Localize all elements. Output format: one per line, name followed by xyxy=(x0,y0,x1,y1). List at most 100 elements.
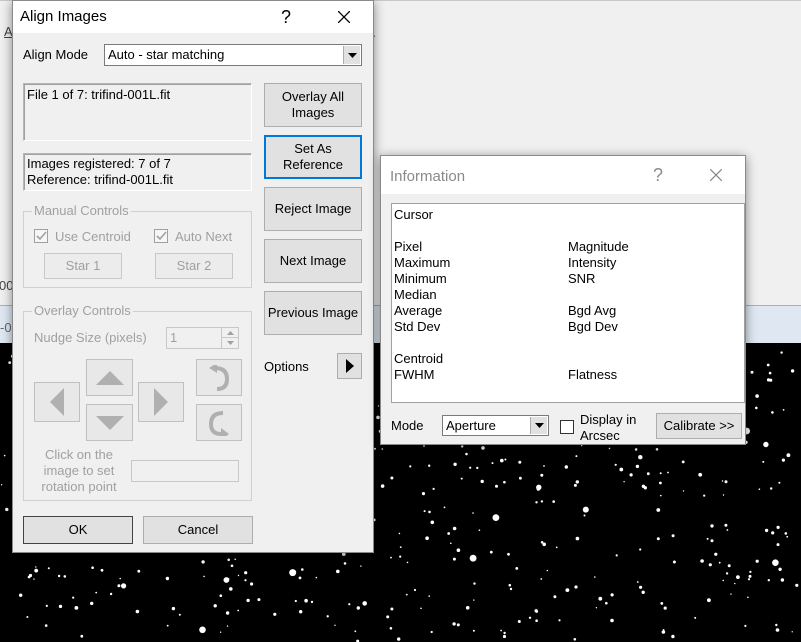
nudge-down-button[interactable] xyxy=(86,404,133,441)
star-dot xyxy=(423,510,426,513)
star-dot xyxy=(289,569,297,577)
median-label: Median xyxy=(394,287,437,302)
information-title: Information xyxy=(390,168,466,185)
rotation-point-field[interactable] xyxy=(131,460,239,482)
star-dot xyxy=(718,561,721,564)
average-label: Average xyxy=(394,303,443,318)
star-dot xyxy=(766,378,771,382)
star-dot xyxy=(595,607,598,609)
information-titlebar[interactable]: Information ? xyxy=(381,156,745,194)
star-dot xyxy=(671,634,675,639)
star-dot xyxy=(500,629,502,632)
triangle-right-icon xyxy=(345,359,354,373)
auto-next-checkbox[interactable] xyxy=(154,229,168,243)
ok-button[interactable]: OK xyxy=(23,516,133,544)
star-dot xyxy=(770,487,773,490)
star-dot xyxy=(764,528,769,533)
reject-image-button[interactable]: Reject Image xyxy=(264,187,362,231)
help-button[interactable]: ? xyxy=(263,3,309,31)
previous-image-button[interactable]: Previous Image xyxy=(264,291,362,335)
star-dot xyxy=(380,484,385,488)
star-dot xyxy=(500,458,504,463)
star-dot xyxy=(535,610,539,613)
star-dot xyxy=(736,575,740,579)
star-dot xyxy=(517,620,521,623)
star-dot xyxy=(473,582,476,585)
star-dot xyxy=(727,564,731,568)
align-mode-select[interactable]: Auto - star matching xyxy=(104,44,362,66)
mode-select[interactable]: Aperture xyxy=(442,415,549,436)
overlay-all-images-button[interactable]: Overlay All Images xyxy=(264,83,362,127)
rotate-counterclockwise-button[interactable] xyxy=(196,359,242,396)
star-dot xyxy=(707,598,711,603)
measurement-panel: Cursor Pixel Maximum Minimum Median Aver… xyxy=(391,203,745,403)
star-dot xyxy=(786,535,789,538)
rotate-clockwise-button[interactable] xyxy=(196,404,242,441)
star-dot xyxy=(508,583,512,587)
star-2-button[interactable]: Star 2 xyxy=(155,253,233,279)
star-dot xyxy=(659,472,662,475)
star-dot xyxy=(771,411,774,414)
chevron-down-icon[interactable] xyxy=(530,417,547,434)
star-dot xyxy=(356,606,360,610)
star-dot xyxy=(420,607,422,610)
calibrate-button[interactable]: Calibrate >> xyxy=(656,413,742,439)
mode-label: Mode xyxy=(391,418,424,433)
set-as-reference-button[interactable]: Set As Reference xyxy=(264,135,362,179)
star-dot xyxy=(724,523,728,527)
star-dot xyxy=(503,631,506,635)
options-expand-button[interactable] xyxy=(337,353,362,379)
use-centroid-checkbox[interactable] xyxy=(34,229,48,243)
star-dot xyxy=(502,634,507,639)
star-dot xyxy=(619,467,624,472)
cancel-button[interactable]: Cancel xyxy=(143,516,253,544)
star-dot xyxy=(507,552,510,556)
info-help-button[interactable]: ? xyxy=(635,161,681,189)
chevron-down-icon[interactable] xyxy=(343,46,360,64)
star-dot xyxy=(558,619,561,622)
star-dot xyxy=(646,472,650,476)
stepper-up-icon[interactable] xyxy=(221,328,238,338)
stepper-down-icon[interactable] xyxy=(221,338,238,348)
star-dot xyxy=(310,600,314,604)
star-dot xyxy=(503,480,506,484)
star-dot xyxy=(100,568,104,572)
information-dialog: Information ? Cursor Pixel Maximum Minim… xyxy=(380,155,746,445)
star-dot xyxy=(573,638,577,641)
nudge-up-button[interactable] xyxy=(86,359,133,396)
star-dot xyxy=(203,575,205,578)
star-dot xyxy=(57,574,61,578)
star-dot xyxy=(223,577,230,583)
star-dot xyxy=(614,463,617,466)
star-dot xyxy=(135,609,140,614)
nudge-size-stepper[interactable]: 1 xyxy=(166,327,239,349)
star-dot xyxy=(421,492,426,496)
star-dot xyxy=(74,606,79,610)
align-images-titlebar[interactable]: Align Images ? xyxy=(13,1,373,33)
star-dot xyxy=(390,607,394,611)
info-close-button[interactable] xyxy=(693,161,739,189)
star-dot xyxy=(778,567,782,571)
star-dot xyxy=(638,455,643,460)
star-dot xyxy=(536,484,542,490)
star-dot xyxy=(406,561,409,564)
star-dot xyxy=(755,559,759,563)
star-dot xyxy=(58,604,63,609)
nudge-left-button[interactable] xyxy=(34,382,80,422)
star-dot xyxy=(456,623,460,627)
star-dot xyxy=(452,557,456,561)
star-1-button[interactable]: Star 1 xyxy=(44,253,122,279)
star-dot xyxy=(730,593,732,595)
star-dot xyxy=(552,500,555,503)
star-dot xyxy=(540,541,544,544)
nudge-right-button[interactable] xyxy=(138,382,184,422)
next-image-button[interactable]: Next Image xyxy=(264,239,362,283)
close-button[interactable] xyxy=(321,3,367,31)
star-dot xyxy=(543,465,545,467)
star-dot xyxy=(641,590,645,594)
star-dot xyxy=(334,624,336,626)
star-dot xyxy=(714,552,718,556)
rotation-point-hint: Click on the image to set rotation point xyxy=(41,447,117,494)
star-dot xyxy=(553,595,557,599)
display-arcsec-checkbox[interactable] xyxy=(560,420,574,434)
